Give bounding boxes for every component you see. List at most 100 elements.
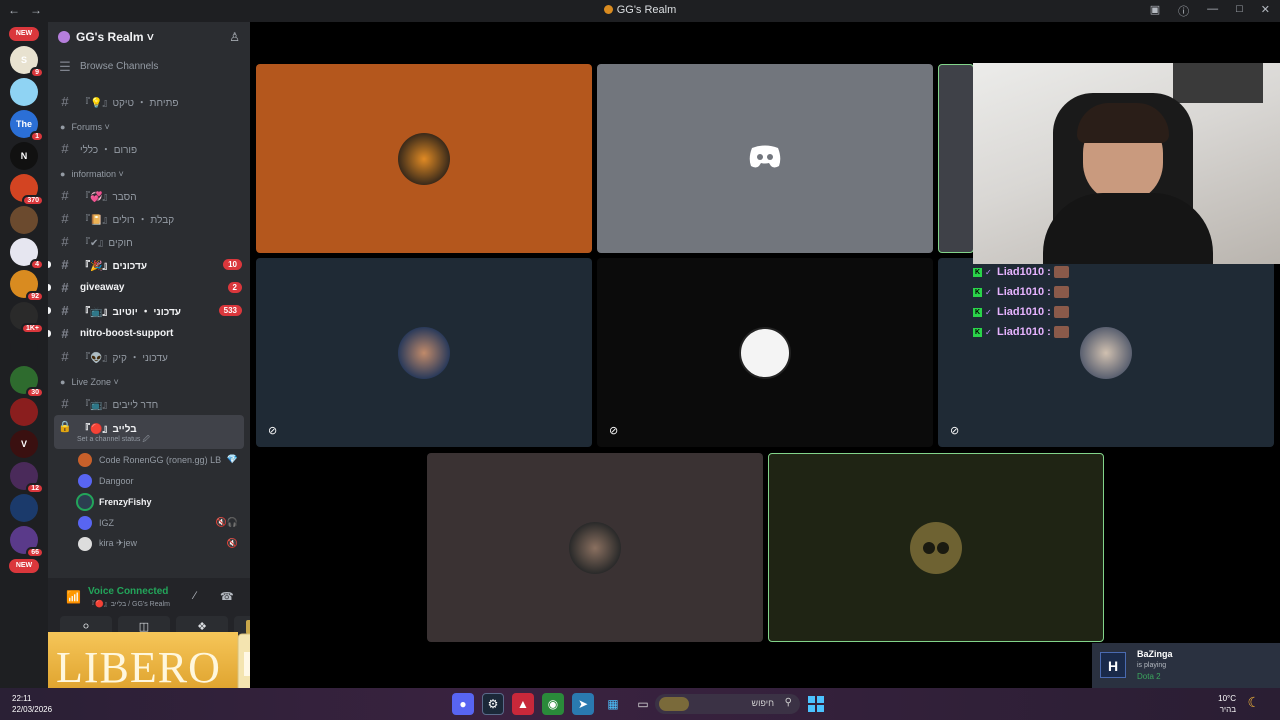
server-icon[interactable]: V xyxy=(10,430,38,458)
unread-badge: 92 xyxy=(26,291,44,302)
clock[interactable]: 22:11 22/03/2026 xyxy=(12,693,52,715)
maximize-icon[interactable]: □ xyxy=(1236,3,1243,19)
server-icon-label: S xyxy=(20,55,27,65)
server-icon[interactable]: 66 xyxy=(10,526,44,558)
taskbar-search[interactable]: חיפוש ⚲ xyxy=(655,694,800,714)
game-app-icon[interactable]: ▲ xyxy=(512,693,534,715)
server-icon-label: V xyxy=(20,439,27,449)
member-avatar xyxy=(78,494,92,509)
help-icon[interactable]: ⓘ xyxy=(1178,3,1189,19)
voice-member[interactable]: Code RonenGG (ronen.gg) LB 💎 xyxy=(48,449,250,470)
category-icon: ● xyxy=(60,169,66,179)
disconnect-icon[interactable]: ☎ xyxy=(220,590,234,603)
channel-item[interactable]: # 『🎉』עדכונים 10 xyxy=(48,253,250,276)
member-name: Dangoor xyxy=(99,475,134,486)
channel-label: nitro-boost-support xyxy=(80,328,174,339)
moon-icon: ☾ xyxy=(1247,694,1260,710)
server-icon xyxy=(603,5,613,14)
kick-icon: K xyxy=(973,267,982,277)
server-icon[interactable]: N xyxy=(10,142,38,170)
search-icon: ⚲ xyxy=(784,697,792,708)
channel-item[interactable]: # 『💡』פתיחת ・ טיקט xyxy=(48,90,250,113)
active-voice-channel[interactable]: 🔒 『🔴』בלייב Set a channel status 🖉 xyxy=(54,415,244,449)
invite-icon[interactable]: ♙ xyxy=(229,30,240,44)
signal-icon[interactable]: 📶 xyxy=(66,590,81,604)
channel-category[interactable]: ● Live Zone ˅ xyxy=(48,372,250,392)
close-icon[interactable]: ✕ xyxy=(1261,3,1270,19)
channel-item[interactable]: # 『💞』הסבר xyxy=(48,184,250,207)
steam-app-icon[interactable]: ⚙ xyxy=(482,693,504,715)
inbox-icon[interactable]: ▣ xyxy=(1150,3,1160,19)
server-icon[interactable]: The 1 xyxy=(10,110,44,142)
server-icon[interactable] xyxy=(10,334,38,362)
video-tile-partial[interactable] xyxy=(938,64,974,253)
muted-icon: ⊘ xyxy=(609,425,619,437)
new-badge: NEW xyxy=(9,27,39,41)
channel-item[interactable]: # פורום ・ כללי xyxy=(48,137,250,160)
server-icon[interactable] xyxy=(10,206,38,234)
channel-label: 『📺』עדכוני ・ יוטיוב xyxy=(80,307,181,318)
server-icon[interactable]: 12 xyxy=(10,462,44,494)
channel-item[interactable]: # nitro-boost-support xyxy=(48,322,250,345)
activity-card[interactable]: H BaZinga is playing Dota 2 xyxy=(1092,643,1280,688)
video-tile[interactable] xyxy=(597,64,933,253)
camera-off-icon: ⚪ xyxy=(81,620,91,633)
voice-member[interactable]: kira ✈jew 🔇 xyxy=(48,533,250,554)
hash-icon: # xyxy=(61,257,69,272)
browse-channels[interactable]: ☰ Browse Channels xyxy=(48,55,250,78)
voice-member[interactable]: Dangoor xyxy=(48,470,250,491)
channel-item[interactable]: # 『👽』עדכוני ・ קיק xyxy=(48,345,250,368)
server-icon[interactable]: S9 xyxy=(10,46,44,78)
member-name: IGZ xyxy=(99,517,114,528)
start-menu-icon[interactable]: ▦ xyxy=(602,693,624,715)
channel-item[interactable]: # giveaway 2 xyxy=(48,276,250,299)
chrome-app-icon[interactable]: ◉ xyxy=(542,693,564,715)
server-header[interactable]: GG's Realm ˅ ♙ xyxy=(48,22,250,52)
channel-category[interactable] xyxy=(48,82,250,90)
minimize-icon[interactable]: — xyxy=(1207,3,1218,19)
channel-item[interactable]: # 『📔』קבלת ・ רולים xyxy=(48,207,250,230)
noise-suppression-icon[interactable]: ∕ xyxy=(194,590,196,602)
channel-item[interactable]: # 『✔』חוקים xyxy=(48,230,250,253)
server-icon[interactable]: 370 xyxy=(10,174,44,206)
task-view-icon[interactable]: ▭ xyxy=(632,693,654,715)
server-icon[interactable] xyxy=(10,398,38,426)
server-icon[interactable]: 4 xyxy=(10,238,44,270)
video-tile[interactable]: ⊘ xyxy=(597,258,933,447)
active-channel-label: 『🔴』בלייב xyxy=(80,424,137,435)
telegram-app-icon[interactable]: ➤ xyxy=(572,693,594,715)
video-tile-speaking[interactable] xyxy=(768,453,1104,642)
member-name: kira ✈jew xyxy=(99,538,138,548)
badge-icon: ✓ xyxy=(985,307,992,317)
server-icon[interactable] xyxy=(10,494,38,522)
weather-widget[interactable]: 10°C בהיר xyxy=(1218,693,1236,715)
voice-member[interactable]: IGZ 🔇🎧 xyxy=(48,512,250,533)
server-icon[interactable] xyxy=(10,78,38,106)
channel-item[interactable]: # 『📺』חדר לייבים xyxy=(48,392,250,415)
server-icon[interactable]: 30 xyxy=(10,366,44,398)
video-tile[interactable] xyxy=(427,453,763,642)
hash-icon: # xyxy=(61,280,69,295)
emote-icon xyxy=(1053,306,1069,318)
video-tile[interactable] xyxy=(256,64,592,253)
new-badge-bottom: NEW xyxy=(9,559,39,573)
member-status-icons: 💎 xyxy=(226,454,238,464)
channel-item[interactable]: # 『📺』עדכוני ・ יוטיוב 533 xyxy=(48,299,250,322)
channel-category[interactable]: ● Forums ˅ xyxy=(48,117,250,137)
voice-channel-path[interactable]: 『🔴』בלייב / GG's Realm xyxy=(88,599,170,609)
channel-status[interactable]: Set a channel status 🖉 xyxy=(77,435,150,446)
activity-user: BaZinga xyxy=(1137,649,1173,659)
server-icon[interactable]: 92 xyxy=(10,270,44,302)
participant-avatar xyxy=(1080,326,1132,379)
body-shape xyxy=(1043,193,1213,264)
video-tile[interactable]: ⊘ xyxy=(256,258,592,447)
stream-chat-overlay: K ✓ Liad1010 : K ✓ Liad1010 : K ✓ Liad1010 : K ✓ Li… xyxy=(973,262,1083,342)
unread-badge: 370 xyxy=(22,195,44,206)
channel-category[interactable]: ● information ˅ xyxy=(48,164,250,184)
server-icon[interactable]: 1K+ xyxy=(10,302,44,334)
channel-label: 『🎉』עדכונים xyxy=(80,261,148,272)
discord-app-icon[interactable]: ● xyxy=(452,693,474,715)
unread-badge: 66 xyxy=(26,547,44,558)
voice-member[interactable]: FrenzyFishy xyxy=(48,491,250,512)
windows-start-icon[interactable] xyxy=(808,696,824,712)
